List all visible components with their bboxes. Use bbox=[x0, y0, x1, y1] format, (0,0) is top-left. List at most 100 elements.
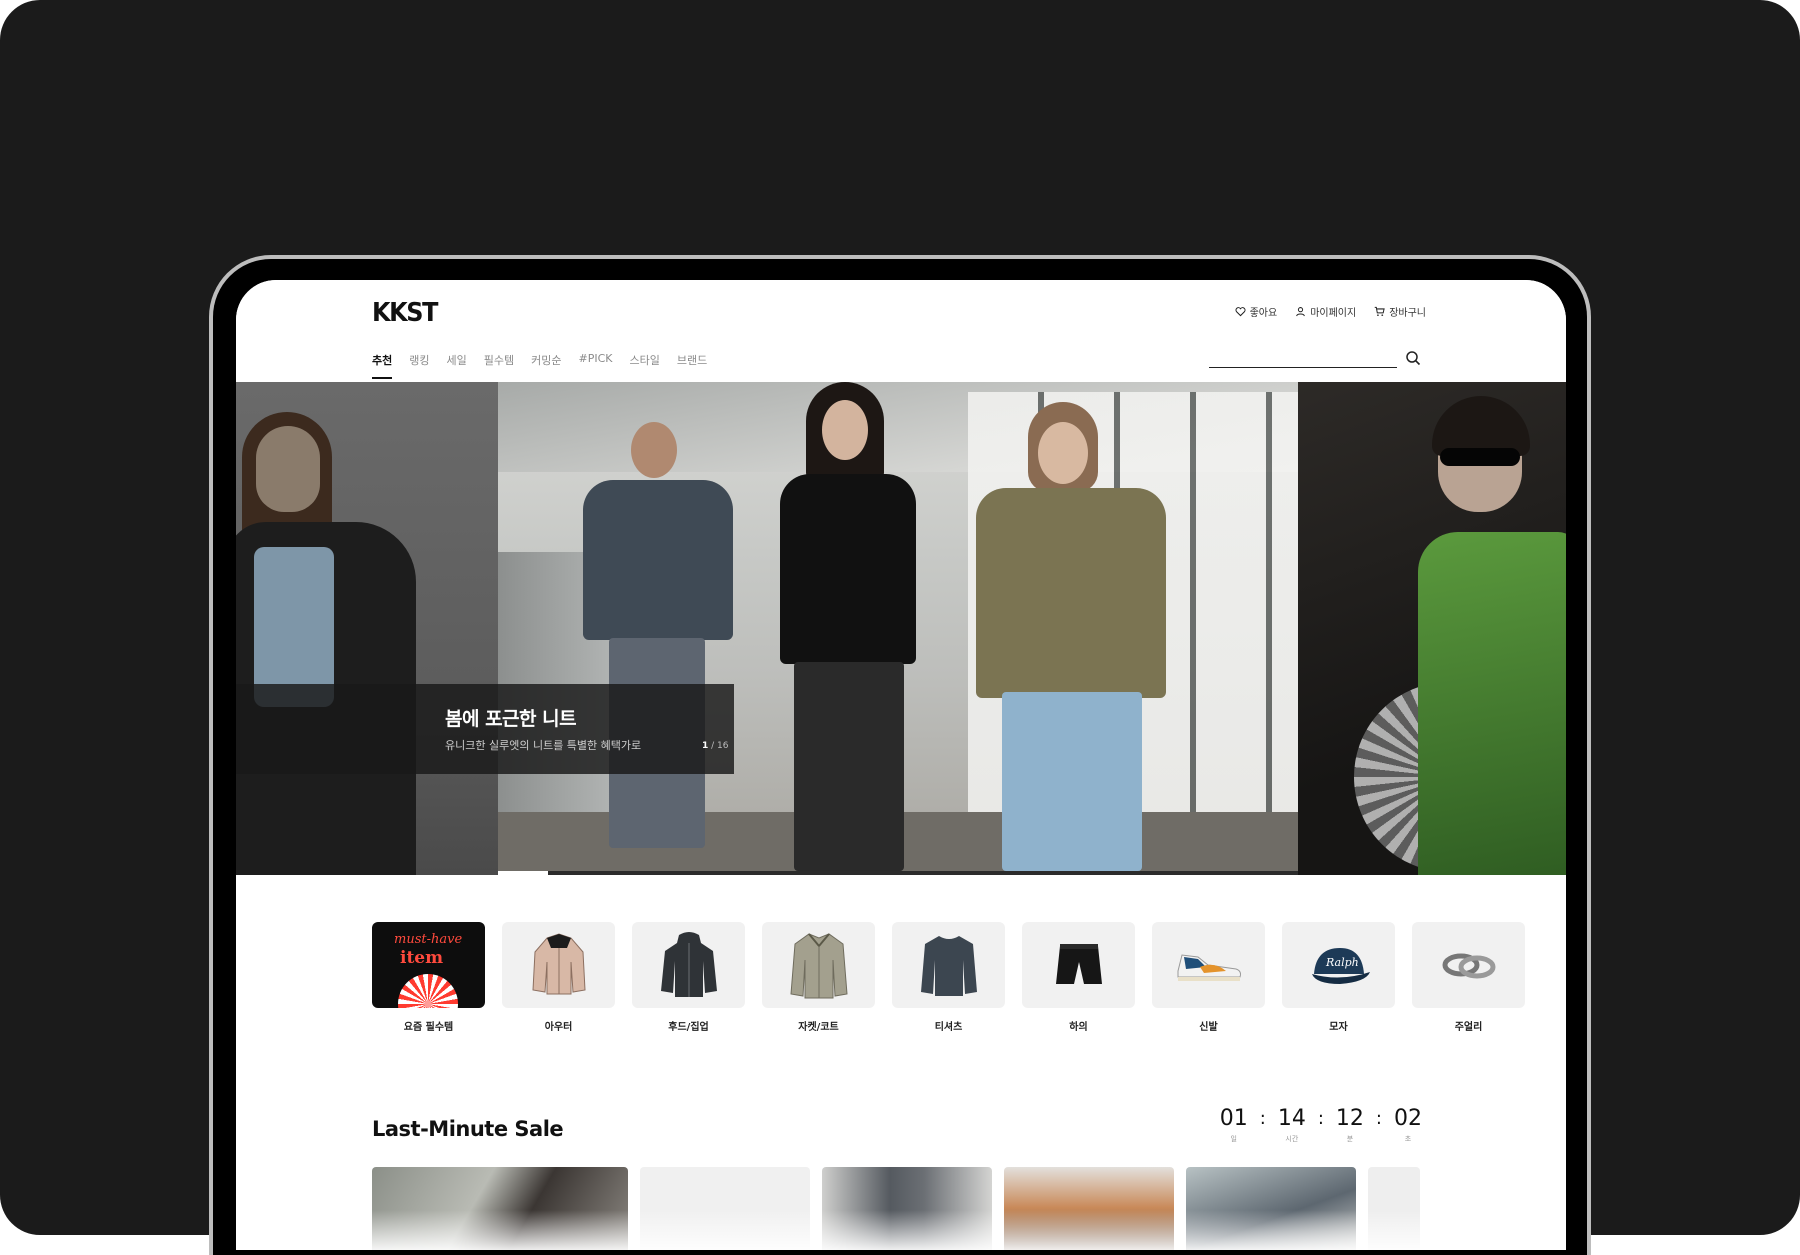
utility-menu: 좋아요 마이페이지 장바구니 bbox=[1235, 304, 1426, 319]
hoodie-icon bbox=[632, 922, 745, 1008]
nav-item-style[interactable]: 스타일 bbox=[630, 352, 660, 378]
countdown-days-label: 일 bbox=[1230, 1135, 1237, 1143]
cart-icon bbox=[1374, 306, 1385, 316]
sale-countdown: 01 일 : 14 시간 : 12 분 : 02 초 bbox=[1220, 1106, 1422, 1144]
wishlist-link[interactable]: 좋아요 bbox=[1235, 304, 1278, 319]
product-card[interactable] bbox=[1004, 1167, 1174, 1250]
category-shoes[interactable]: 신발 bbox=[1152, 922, 1265, 1033]
category-outer[interactable]: 아우터 bbox=[502, 922, 615, 1033]
rings-icon bbox=[1412, 922, 1525, 1008]
site-logo[interactable]: KKST bbox=[372, 298, 438, 328]
hero-title: 봄에 포근한 니트 bbox=[445, 708, 577, 730]
countdown-separator: : bbox=[1317, 1108, 1324, 1129]
model-right-jeans bbox=[1002, 692, 1142, 871]
category-label: 주얼리 bbox=[1454, 1022, 1483, 1033]
countdown-minutes-value: 12 bbox=[1335, 1106, 1364, 1131]
product-card[interactable] bbox=[822, 1167, 992, 1250]
slide-counter: 1 / 16 bbox=[702, 741, 728, 751]
tablet-screen: KKST 좋아요 마이페이지 장바구니 추천 랭킹 세일 필수템 커밍순 #PI… bbox=[236, 280, 1566, 1250]
sneaker-icon bbox=[1152, 922, 1265, 1008]
model-left-head bbox=[631, 422, 677, 478]
countdown-hours: 14 시간 bbox=[1278, 1106, 1306, 1144]
cap-icon: Ralph bbox=[1282, 922, 1395, 1008]
cart-link[interactable]: 장바구니 bbox=[1374, 304, 1426, 319]
hero-slide-previous[interactable] bbox=[236, 382, 498, 875]
user-icon bbox=[1296, 307, 1306, 317]
model-center bbox=[768, 382, 928, 871]
nav-item-brand[interactable]: 브랜드 bbox=[677, 352, 707, 378]
category-label: 요즘 필수템 bbox=[403, 1022, 454, 1033]
nav-item-recommend[interactable]: 추천 bbox=[372, 352, 393, 379]
model-left bbox=[573, 422, 743, 871]
product-card[interactable] bbox=[372, 1167, 628, 1250]
model-right-face bbox=[1038, 422, 1088, 484]
model-center-vest bbox=[780, 474, 916, 664]
countdown-seconds: 02 초 bbox=[1394, 1106, 1422, 1144]
green-coat bbox=[1418, 532, 1566, 875]
countdown-hours-label: 시간 bbox=[1285, 1135, 1299, 1143]
hero-carousel[interactable]: 봄에 포근한 니트 유니크한 실루엣의 니트를 특별한 혜택가로 1 / 16 bbox=[236, 382, 1566, 875]
product-card[interactable] bbox=[1368, 1167, 1420, 1250]
heart-icon bbox=[1235, 307, 1246, 317]
sale-product-list bbox=[372, 1167, 1420, 1250]
category-jacket[interactable]: 자켓/코트 bbox=[762, 922, 875, 1033]
countdown-days: 01 일 bbox=[1220, 1106, 1248, 1144]
countdown-minutes-label: 분 bbox=[1346, 1135, 1354, 1143]
must-have-item-badge: must-have item bbox=[372, 922, 485, 1008]
slide-counter-total: 16 bbox=[717, 741, 729, 751]
hero-slide-current[interactable] bbox=[498, 382, 1298, 871]
search-icon[interactable] bbox=[1405, 350, 1421, 366]
wishlist-label: 좋아요 bbox=[1249, 308, 1278, 319]
svg-text:Ralph: Ralph bbox=[1325, 956, 1359, 969]
nav-item-pick[interactable]: #PICK bbox=[579, 352, 613, 378]
category-shortcuts: must-have item 요즘 필수템 아우터 후드/집업 자켓/코트 티셔… bbox=[372, 922, 1525, 1033]
hero-subtitle: 유니크한 실루엣의 니트를 특별한 혜택가로 bbox=[445, 739, 642, 752]
slide-progress-fill bbox=[498, 871, 548, 875]
sunglasses bbox=[1440, 448, 1520, 466]
product-card[interactable] bbox=[640, 1167, 810, 1250]
nav-item-coming-soon[interactable]: 커밍순 bbox=[531, 352, 561, 378]
mypage-link[interactable]: 마이페이지 bbox=[1295, 304, 1356, 319]
model-hair bbox=[1432, 396, 1530, 456]
countdown-minutes: 12 분 bbox=[1336, 1106, 1364, 1144]
category-label: 자켓/코트 bbox=[798, 1022, 839, 1033]
countdown-days-value: 01 bbox=[1219, 1106, 1248, 1131]
jacket-icon bbox=[762, 922, 875, 1008]
category-tshirt[interactable]: 티셔츠 bbox=[892, 922, 1005, 1033]
tshirt-icon bbox=[892, 922, 1005, 1008]
model-left-sweater bbox=[583, 480, 733, 640]
must-have-badge-text: must-have bbox=[394, 932, 463, 947]
category-must-have[interactable]: must-have item 요즘 필수템 bbox=[372, 922, 485, 1033]
countdown-hours-value: 14 bbox=[1277, 1106, 1306, 1131]
category-jewelry[interactable]: 주얼리 bbox=[1412, 922, 1525, 1033]
nav-item-essentials[interactable]: 필수템 bbox=[484, 352, 514, 378]
cart-label: 장바구니 bbox=[1389, 308, 1426, 319]
section-title-last-minute-sale: Last-Minute Sale bbox=[372, 1117, 564, 1141]
mypage-label: 마이페이지 bbox=[1310, 308, 1357, 319]
product-card[interactable] bbox=[1186, 1167, 1356, 1250]
slide-counter-separator: / bbox=[708, 741, 718, 751]
category-hoodie[interactable]: 후드/집업 bbox=[632, 922, 745, 1033]
nav-item-sale[interactable]: 세일 bbox=[447, 352, 467, 378]
model-center-face bbox=[822, 400, 868, 460]
category-hats[interactable]: Ralph 모자 bbox=[1282, 922, 1395, 1033]
category-bottoms[interactable]: 하의 bbox=[1022, 922, 1135, 1033]
nav-item-ranking[interactable]: 랭킹 bbox=[409, 352, 429, 378]
puffer-jacket-icon bbox=[502, 922, 615, 1008]
item-badge-text: item bbox=[400, 948, 444, 968]
sunburst-graphic bbox=[398, 974, 458, 1008]
model-shirt bbox=[254, 547, 334, 707]
model-right-hoodie bbox=[976, 488, 1166, 698]
search-input[interactable] bbox=[1209, 348, 1397, 368]
model-center-pants bbox=[794, 662, 904, 871]
model-face bbox=[256, 426, 320, 512]
main-nav: 추천 랭킹 세일 필수템 커밍순 #PICK 스타일 브랜드 bbox=[372, 352, 707, 379]
category-label: 후드/집업 bbox=[668, 1022, 709, 1033]
model-right bbox=[968, 402, 1168, 871]
countdown-separator: : bbox=[1375, 1108, 1382, 1129]
hero-slide-next[interactable] bbox=[1298, 382, 1566, 875]
category-label: 신발 bbox=[1199, 1022, 1218, 1033]
category-label: 티셔츠 bbox=[934, 1022, 963, 1033]
countdown-seconds-label: 초 bbox=[1404, 1135, 1412, 1143]
site-header: KKST 좋아요 마이페이지 장바구니 추천 랭킹 세일 필수템 커밍순 #PI… bbox=[236, 280, 1566, 382]
